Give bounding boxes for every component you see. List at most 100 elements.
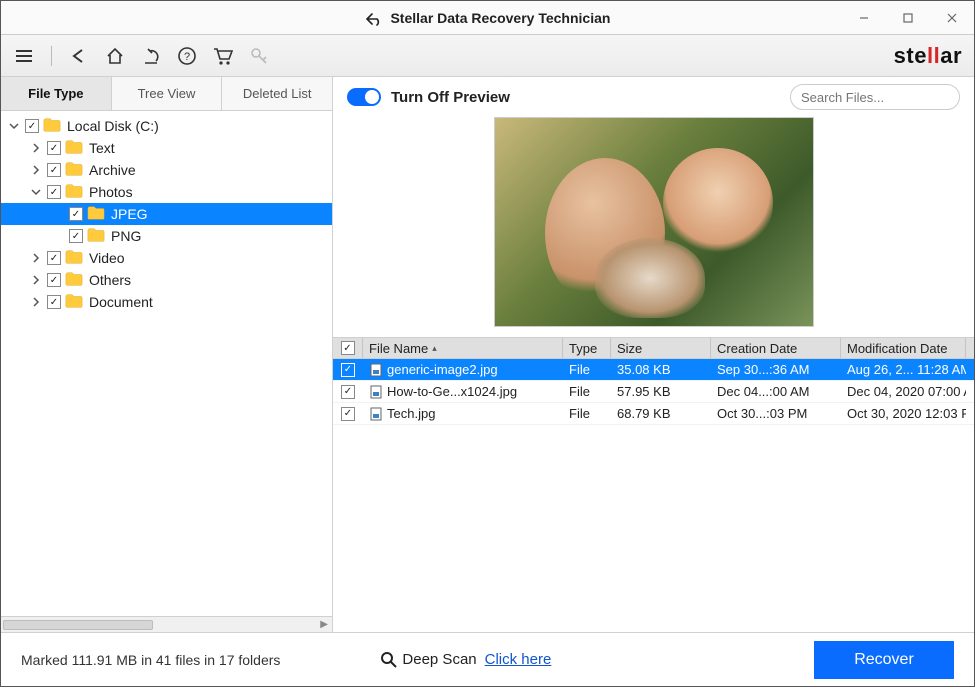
- tree-item-archive[interactable]: Archive: [1, 159, 332, 181]
- cell-size: 57.95 KB: [611, 384, 711, 399]
- chevron-right-icon[interactable]: [29, 295, 43, 309]
- sort-indicator-icon: ▴: [432, 343, 437, 354]
- toolbar: ? stellar: [1, 35, 974, 77]
- tree-label: Others: [89, 272, 131, 288]
- folder-icon: [87, 227, 105, 246]
- title-area: Stellar Data Recovery Technician: [1, 10, 974, 26]
- sidebar-tab-deleted-list[interactable]: Deleted List: [222, 77, 332, 110]
- cell-modified: Oct 30, 2020 12:03 PM: [841, 406, 966, 421]
- tree-item-local-disk-c-[interactable]: Local Disk (C:): [1, 115, 332, 137]
- microscope-icon[interactable]: [140, 45, 162, 67]
- close-button[interactable]: [930, 1, 974, 35]
- chevron-right-icon[interactable]: [29, 141, 43, 155]
- folder-icon: [65, 161, 83, 180]
- tree-label: Document: [89, 294, 153, 310]
- chevron-right-icon[interactable]: [29, 273, 43, 287]
- sidebar-tab-tree-view[interactable]: Tree View: [112, 77, 223, 110]
- tree-item-photos[interactable]: Photos: [1, 181, 332, 203]
- file-row[interactable]: How-to-Ge...x1024.jpgFile57.95 KBDec 04.…: [333, 381, 974, 403]
- folder-icon: [65, 183, 83, 202]
- tree-item-text[interactable]: Text: [1, 137, 332, 159]
- minimize-button[interactable]: [842, 1, 886, 35]
- search-box[interactable]: [790, 84, 960, 110]
- chevron-down-icon[interactable]: [7, 119, 21, 133]
- checkbox[interactable]: [69, 229, 83, 243]
- svg-text:?: ?: [184, 51, 190, 63]
- column-header-creation-date[interactable]: Creation Date: [711, 338, 841, 358]
- deep-scan-area: Deep Scan Click here: [380, 651, 551, 669]
- window-title: Stellar Data Recovery Technician: [390, 10, 610, 26]
- scrollbar-right-arrow[interactable]: ▶: [320, 619, 328, 630]
- file-grid-header[interactable]: File Name▴TypeSizeCreation DateModificat…: [333, 337, 974, 359]
- content-pane: Turn Off Preview File Name▴TypeSizeCreat…: [333, 77, 974, 632]
- search-input[interactable]: [801, 90, 975, 105]
- menu-icon[interactable]: [13, 45, 35, 67]
- preview-toggle-label: Turn Off Preview: [391, 89, 510, 106]
- checkbox[interactable]: [69, 207, 83, 221]
- preview-image: [494, 117, 814, 327]
- tree-label: Local Disk (C:): [67, 118, 159, 134]
- folder-icon: [65, 249, 83, 268]
- sidebar-tab-file-type[interactable]: File Type: [1, 77, 112, 110]
- cell-size: 68.79 KB: [611, 406, 711, 421]
- checkbox[interactable]: [47, 141, 61, 155]
- row-checkbox[interactable]: [341, 407, 355, 421]
- checkbox[interactable]: [47, 163, 61, 177]
- tree-item-jpeg[interactable]: JPEG: [1, 203, 332, 225]
- folder-tree[interactable]: Local Disk (C:) TextArchive Photos JPEG PNG V…: [1, 111, 332, 616]
- column-header-file-name[interactable]: File Name▴: [363, 338, 563, 358]
- tree-label: PNG: [111, 228, 141, 244]
- back-icon[interactable]: [68, 45, 90, 67]
- titlebar: Stellar Data Recovery Technician: [1, 1, 974, 35]
- cell-created: Sep 30...:36 AM: [711, 362, 841, 377]
- home-icon[interactable]: [104, 45, 126, 67]
- file-row[interactable]: Tech.jpgFile68.79 KBOct 30...:03 PMOct 3…: [333, 403, 974, 425]
- maximize-button[interactable]: [886, 1, 930, 35]
- cell-type: File: [563, 362, 611, 377]
- brand-logo: stellar: [894, 43, 962, 69]
- folder-icon: [65, 293, 83, 312]
- column-header-type[interactable]: Type: [563, 338, 611, 358]
- sidebar: File TypeTree ViewDeleted List Local Dis…: [1, 77, 333, 632]
- chevron-right-icon[interactable]: [29, 251, 43, 265]
- checkbox[interactable]: [47, 273, 61, 287]
- folder-icon: [43, 117, 61, 136]
- horizontal-scrollbar[interactable]: ▶: [1, 616, 332, 632]
- deep-scan-link[interactable]: Click here: [485, 651, 552, 668]
- select-all-checkbox[interactable]: [341, 341, 355, 355]
- scrollbar-thumb[interactable]: [3, 620, 153, 630]
- magnifier-icon: [380, 651, 398, 669]
- deep-scan-label: Deep Scan: [402, 651, 476, 668]
- file-grid: File Name▴TypeSizeCreation DateModificat…: [333, 337, 974, 425]
- checkbox[interactable]: [25, 119, 39, 133]
- checkbox[interactable]: [47, 295, 61, 309]
- cell-created: Oct 30...:03 PM: [711, 406, 841, 421]
- file-name: How-to-Ge...x1024.jpg: [387, 384, 517, 399]
- tree-item-others[interactable]: Others: [1, 269, 332, 291]
- preview-toggle[interactable]: [347, 88, 381, 106]
- chevron-down-icon[interactable]: [29, 185, 43, 199]
- cell-size: 35.08 KB: [611, 362, 711, 377]
- footer: Marked 111.91 MB in 41 files in 17 folde…: [1, 632, 974, 686]
- tree-item-document[interactable]: Document: [1, 291, 332, 313]
- tree-item-png[interactable]: PNG: [1, 225, 332, 247]
- checkbox[interactable]: [47, 251, 61, 265]
- file-name: generic-image2.jpg: [387, 362, 498, 377]
- help-icon[interactable]: ?: [176, 45, 198, 67]
- chevron-right-icon[interactable]: [29, 163, 43, 177]
- checkbox[interactable]: [47, 185, 61, 199]
- status-text: Marked 111.91 MB in 41 files in 17 folde…: [21, 652, 280, 668]
- cart-icon[interactable]: [212, 45, 234, 67]
- tree-item-video[interactable]: Video: [1, 247, 332, 269]
- tree-label: Photos: [89, 184, 133, 200]
- row-checkbox[interactable]: [341, 363, 355, 377]
- recover-button[interactable]: Recover: [814, 641, 954, 679]
- tree-label: JPEG: [111, 206, 148, 222]
- folder-icon: [65, 271, 83, 290]
- file-row[interactable]: generic-image2.jpg File35.08 KBSep 30...:…: [333, 359, 974, 381]
- column-header-size[interactable]: Size: [611, 338, 711, 358]
- cell-created: Dec 04...:00 AM: [711, 384, 841, 399]
- column-header-modification-date[interactable]: Modification Date: [841, 338, 966, 358]
- row-checkbox[interactable]: [341, 385, 355, 399]
- key-icon[interactable]: [248, 45, 270, 67]
